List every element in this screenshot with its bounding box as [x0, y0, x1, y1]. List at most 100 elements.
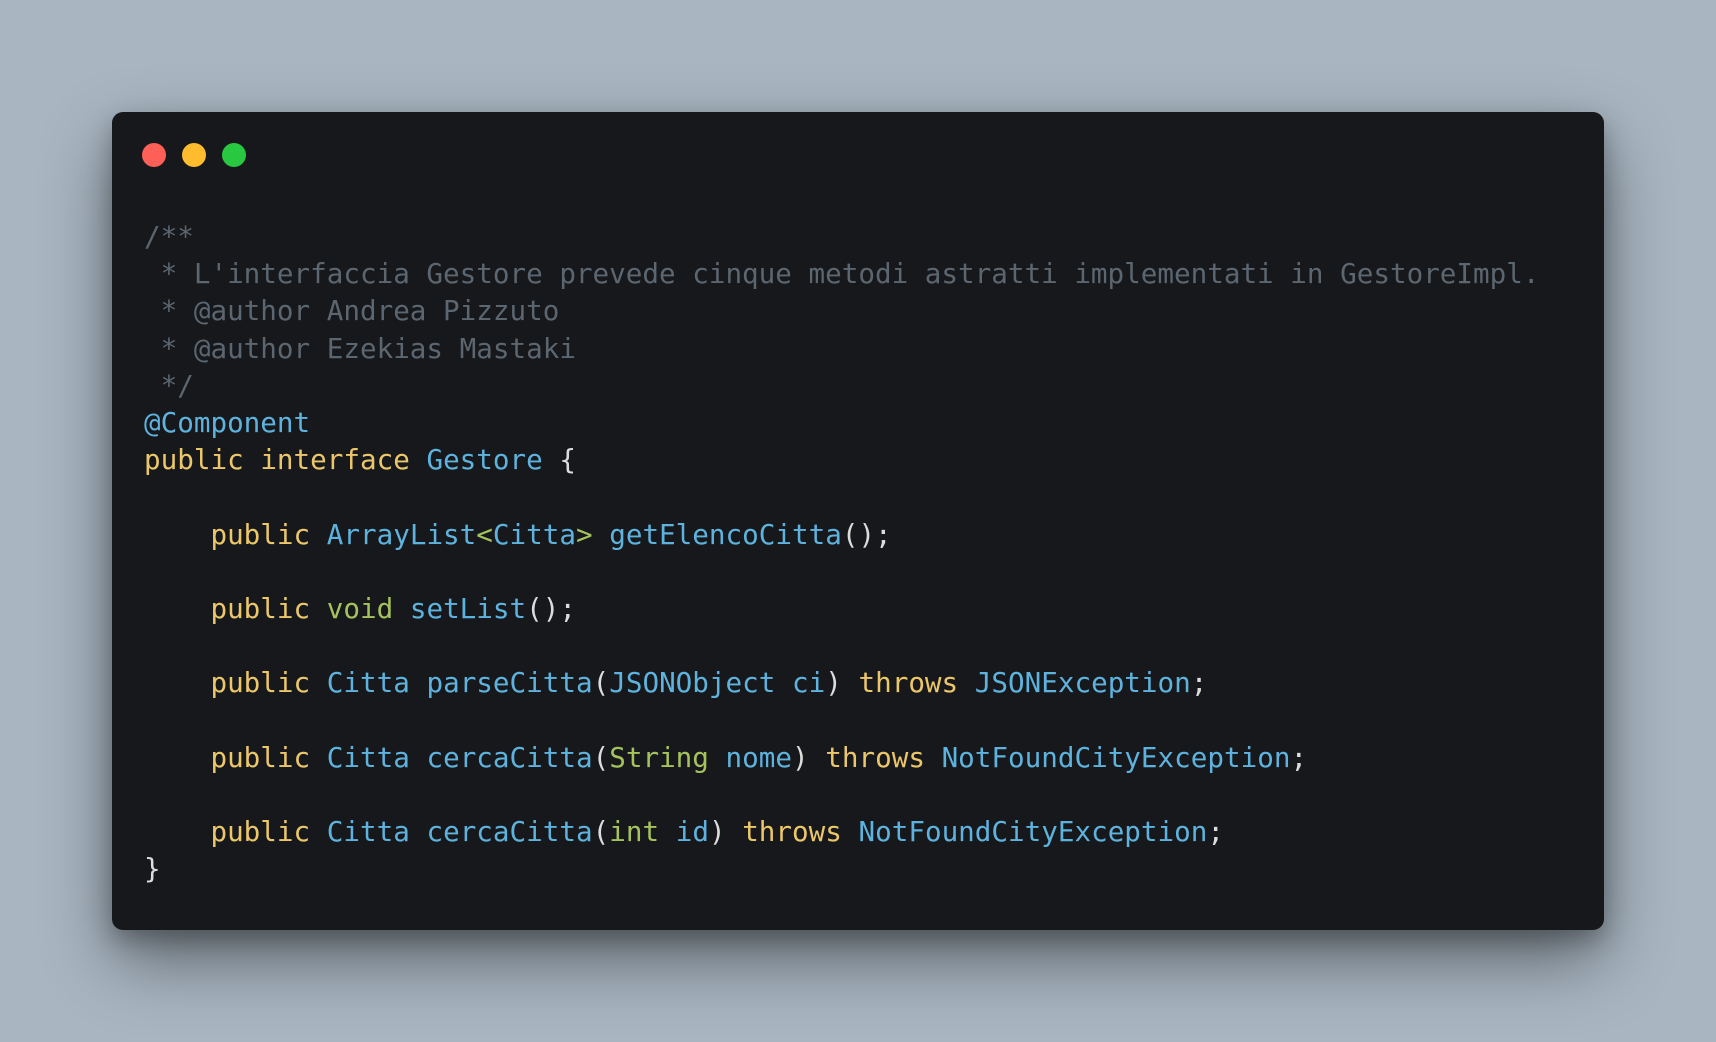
code-token-method: cercaCitta [426, 815, 593, 848]
code-token-type: Citta [326, 815, 410, 848]
code-token-method: setList [409, 591, 527, 625]
code-line: */ [144, 367, 1539, 404]
code-token-punct: { [559, 443, 576, 477]
code-token-punct: (); [526, 591, 576, 625]
code-token-param: id [675, 815, 709, 848]
code-token-punct: ( [592, 815, 610, 848]
code-line: public interface Gestore { [144, 441, 1539, 478]
code-token-type: Gestore [426, 443, 543, 477]
code-token-keyword: public [210, 740, 311, 774]
code-token-primitive: void [326, 591, 394, 625]
code-token-punct: ) [825, 666, 842, 700]
code-line: public Citta cercaCitta(int id) throws N… [144, 813, 1539, 850]
code-token-punct: ; [1190, 666, 1208, 700]
code-token-punct: ; [1290, 740, 1308, 774]
code-token-type: NotFoundCityException [858, 815, 1208, 848]
code-token-comment: * L'interfaccia Gestore prevede cinque m… [144, 257, 1540, 291]
code-token-type: Citta [326, 666, 410, 700]
window-controls [142, 143, 246, 167]
code-line: * @author Andrea Pizzuto [144, 292, 1539, 329]
code-token-comment: * @author Andrea Pizzuto [144, 294, 560, 328]
code-token-keyword: public [210, 666, 311, 700]
code-token-comment: /** [144, 220, 194, 253]
code-token-punct: (); [841, 517, 892, 551]
minimize-button[interactable] [182, 143, 206, 167]
code-token-type: NotFoundCityException [941, 740, 1291, 774]
code-token-method: parseCitta [426, 666, 593, 700]
code-token-primitive: int [609, 815, 660, 848]
code-token-method: getElencoCitta [609, 517, 842, 551]
code-token-keyword: interface [260, 443, 410, 477]
code-line: @Component [144, 404, 1539, 441]
maximize-button[interactable] [222, 143, 246, 167]
code-window: /** * L'interfaccia Gestore prevede cinq… [112, 112, 1604, 930]
code-token-type: Citta [492, 517, 576, 551]
code-token-primitive: > [575, 517, 593, 551]
code-token-keyword: throws [742, 815, 842, 848]
code-token-keyword: public [210, 591, 311, 625]
code-token-type: JSONObject [609, 666, 776, 700]
code-token-param: ci [792, 666, 826, 700]
code-token-keyword: public [210, 517, 311, 551]
code-line: public ArrayList<Citta> getElencoCitta()… [144, 516, 1539, 553]
code-token-type: ArrayList [326, 517, 477, 551]
code-token-keyword: throws [825, 740, 925, 774]
code-line: public Citta parseCitta(JSONObject ci) t… [144, 664, 1539, 701]
code-token-annotation: @Component [144, 405, 311, 439]
code-token-type: JSONException [974, 666, 1191, 700]
code-block: /** * L'interfaccia Gestore prevede cinq… [144, 218, 1539, 887]
code-token-punct: } [144, 852, 161, 886]
code-token-keyword: public [210, 815, 311, 848]
code-token-type: Citta [326, 740, 410, 774]
code-line: /** [144, 218, 1539, 255]
code-token-method: cercaCitta [426, 740, 593, 774]
code-token-primitive: < [476, 517, 493, 551]
code-token-comment: */ [144, 368, 194, 402]
code-token-comment: * @author Ezekias Mastaki [144, 331, 576, 365]
code-line: public void setList(); [144, 590, 1539, 627]
code-token-keyword: throws [858, 666, 959, 700]
code-line: * @author Ezekias Mastaki [144, 330, 1539, 367]
code-line: public Citta cercaCitta(String nome) thr… [144, 739, 1539, 776]
code-line: } [144, 850, 1539, 887]
code-token-punct: ) [792, 740, 809, 774]
code-token-punct: ( [592, 666, 610, 700]
code-token-keyword: public [144, 443, 244, 477]
code-line: * L'interfaccia Gestore prevede cinque m… [144, 255, 1540, 292]
code-token-param: nome [725, 740, 792, 774]
close-button[interactable] [142, 143, 166, 167]
code-token-punct: ) [708, 815, 726, 848]
